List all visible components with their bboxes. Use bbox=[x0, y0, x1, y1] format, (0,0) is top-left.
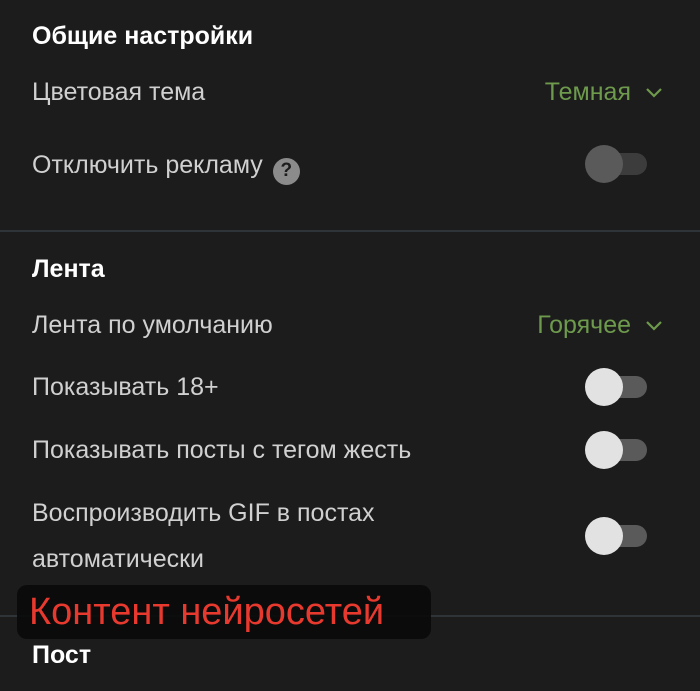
disable-ads-label-text: Отключить рекламу bbox=[32, 151, 263, 179]
chevron-down-icon bbox=[646, 87, 662, 98]
disable-ads-label: Отключить рекламу? bbox=[32, 142, 300, 188]
neural-content-caption: Контент нейросетей bbox=[17, 585, 431, 639]
theme-label: Цветовая тема bbox=[32, 78, 206, 106]
show-gore-toggle[interactable] bbox=[585, 431, 647, 469]
default-feed-select-value: Горячее bbox=[537, 311, 631, 339]
section-title-feed: Лента bbox=[32, 255, 105, 283]
chevron-down-icon bbox=[646, 320, 662, 331]
autoplay-gif-label-line2: автоматически bbox=[32, 545, 204, 573]
default-feed-select[interactable]: Горячее bbox=[537, 311, 663, 340]
show-gore-label: Показывать посты с тегом жесть bbox=[32, 436, 412, 464]
show-adult-label: Показывать 18+ bbox=[32, 373, 219, 401]
disable-ads-toggle[interactable] bbox=[585, 145, 647, 183]
show-adult-toggle[interactable] bbox=[585, 368, 647, 406]
toggle-knob bbox=[585, 145, 623, 183]
toggle-knob bbox=[585, 431, 623, 469]
section-title-general: Общие настройки bbox=[32, 22, 254, 50]
question-circle-icon[interactable]: ? bbox=[272, 157, 300, 185]
theme-select-value: Темная bbox=[544, 78, 631, 106]
theme-select[interactable]: Темная bbox=[545, 78, 663, 107]
section-title-post: Пост bbox=[32, 641, 92, 669]
toggle-knob bbox=[585, 517, 623, 555]
autoplay-gif-label-line1: Воспроизводить GIF в постах bbox=[32, 499, 375, 527]
autoplay-gif-toggle[interactable] bbox=[585, 517, 647, 555]
section-divider bbox=[0, 230, 700, 232]
toggle-knob bbox=[585, 368, 623, 406]
default-feed-label: Лента по умолчанию bbox=[32, 311, 273, 339]
